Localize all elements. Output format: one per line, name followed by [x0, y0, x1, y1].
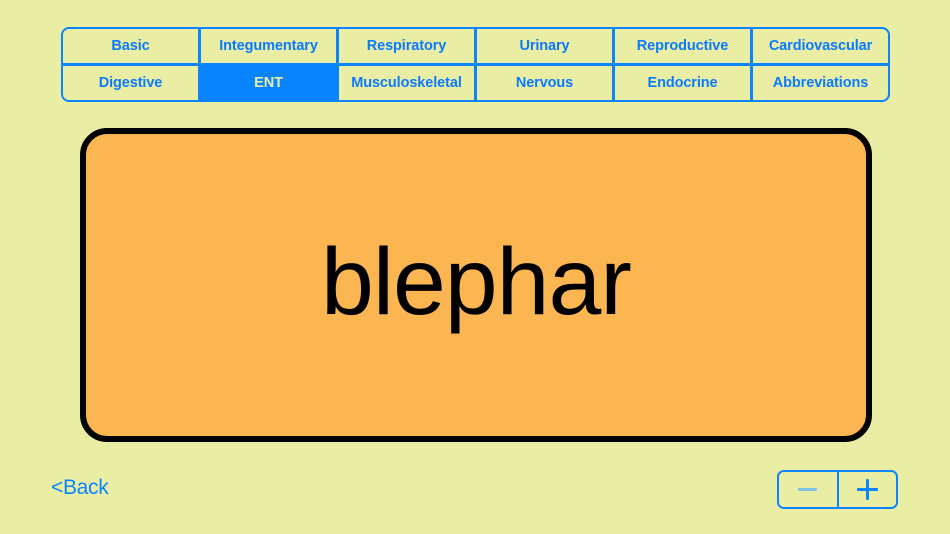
flashcard-app: Basic Integumentary Respiratory Urinary Repr… — [0, 0, 950, 534]
flashcard[interactable]: blephar — [80, 128, 872, 442]
stepper-decrement-button[interactable] — [779, 472, 837, 507]
category-tab-abbreviations[interactable]: Abbreviations — [751, 64, 890, 102]
card-stepper — [777, 470, 898, 509]
category-tab-respiratory[interactable]: Respiratory — [337, 27, 476, 65]
category-tab-basic[interactable]: Basic — [61, 27, 200, 65]
category-tab-label: Abbreviations — [772, 75, 869, 91]
category-tab-label: Digestive — [98, 75, 163, 91]
category-tab-label: Musculoskeletal — [351, 75, 462, 91]
category-tab-integumentary[interactable]: Integumentary — [199, 27, 338, 65]
category-tab-grid: Basic Integumentary Respiratory Urinary Repr… — [61, 27, 890, 102]
stepper-increment-button[interactable] — [836, 472, 896, 507]
category-tab-label: Reproductive — [636, 38, 729, 54]
category-tab-label: Urinary — [519, 38, 570, 54]
category-tab-label: ENT — [254, 75, 283, 91]
category-tab-label: Endocrine — [647, 75, 718, 91]
category-tab-digestive[interactable]: Digestive — [61, 64, 200, 102]
category-tab-label: Respiratory — [366, 38, 447, 54]
flashcard-term: blephar — [321, 228, 632, 335]
back-link[interactable]: <Back — [51, 476, 109, 500]
category-tab-label: Basic — [111, 38, 150, 54]
minus-icon — [798, 488, 818, 491]
category-tab-nervous[interactable]: Nervous — [475, 64, 614, 102]
category-tab-musculoskeletal[interactable]: Musculoskeletal — [337, 64, 476, 102]
category-tab-endocrine[interactable]: Endocrine — [613, 64, 752, 102]
category-tab-label: Integumentary — [219, 38, 318, 54]
category-tab-label: Cardiovascular — [768, 38, 873, 54]
category-tab-reproductive[interactable]: Reproductive — [613, 27, 752, 65]
plus-icon — [856, 479, 878, 500]
category-tab-cardiovascular[interactable]: Cardiovascular — [751, 27, 890, 65]
category-tab-ent[interactable]: ENT — [199, 64, 338, 102]
category-tab-urinary[interactable]: Urinary — [475, 27, 614, 65]
category-tab-label: Nervous — [515, 75, 574, 91]
